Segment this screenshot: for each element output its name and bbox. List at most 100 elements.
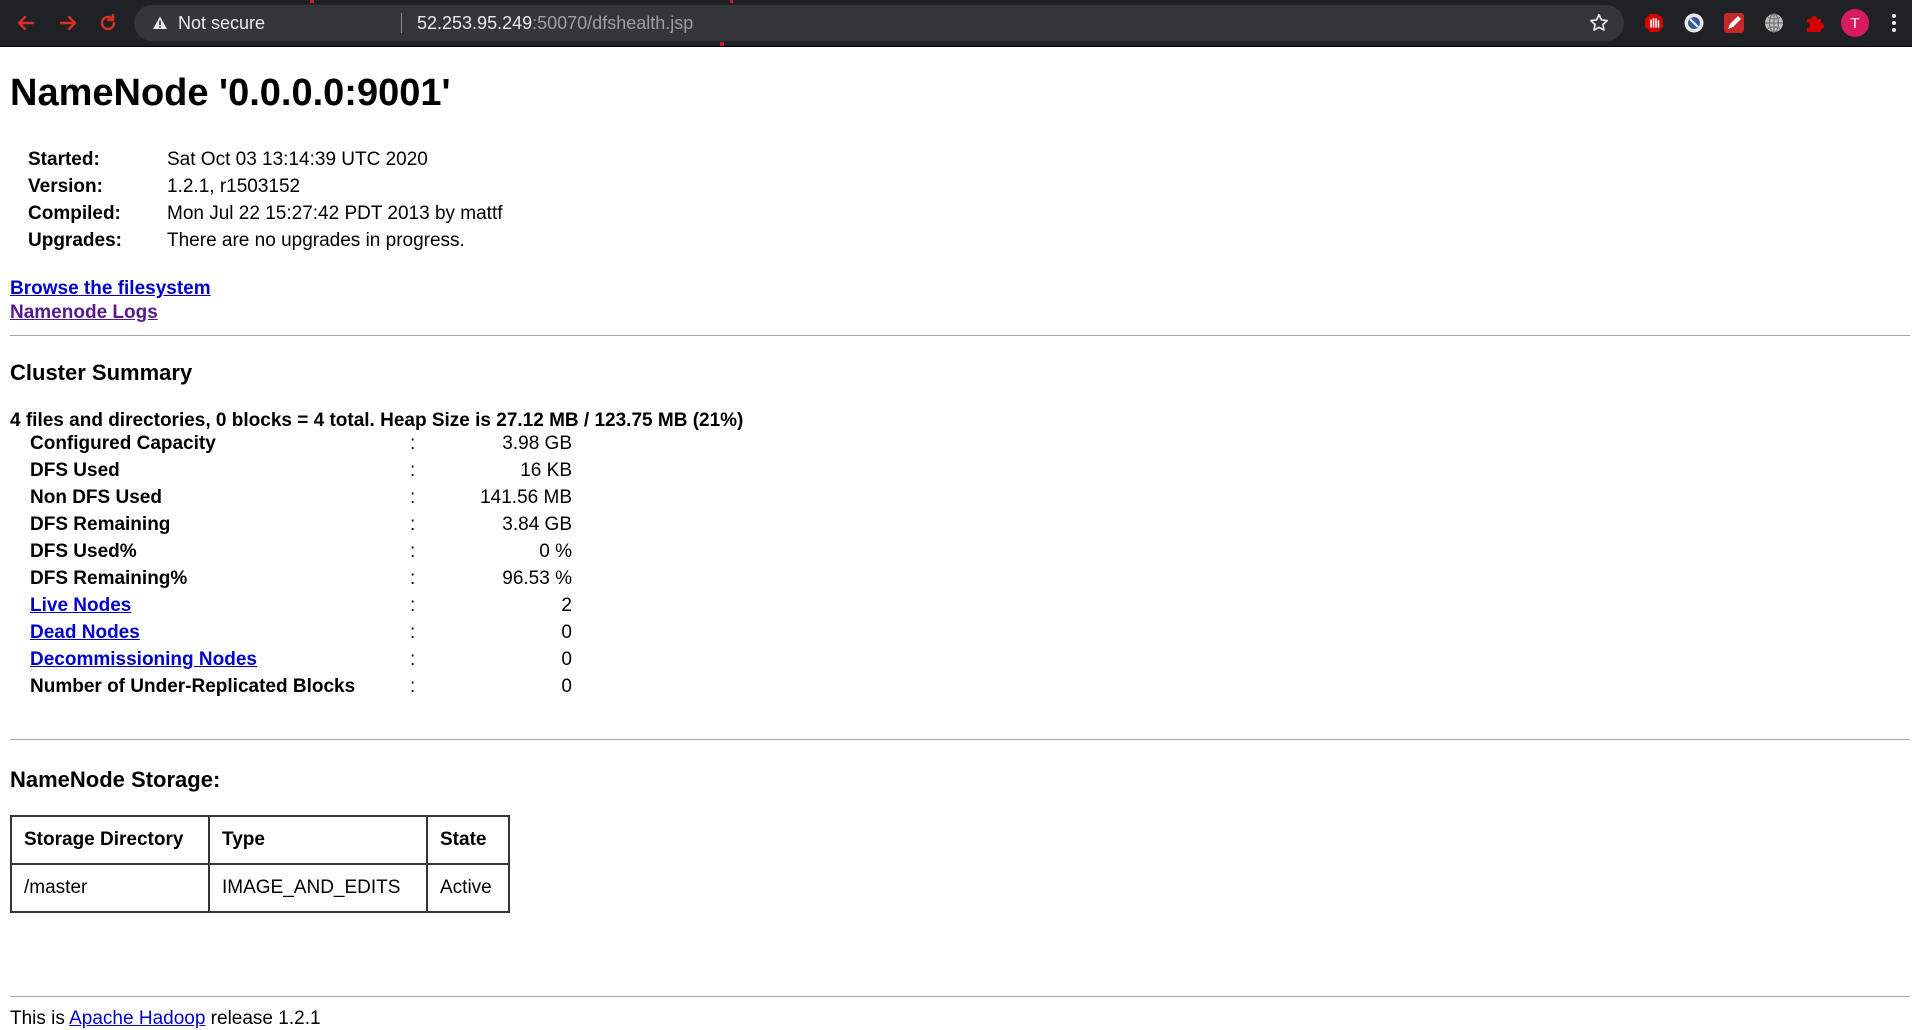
- url-text[interactable]: 52.253.95.249:50070/dfshealth.jsp: [417, 13, 693, 34]
- summary-row-live-nodes: Live Nodes : 2: [30, 592, 572, 619]
- namenode-info-table: Started: Sat Oct 03 13:14:39 UTC 2020 Ve…: [28, 146, 503, 254]
- info-label: Upgrades:: [28, 229, 122, 251]
- storage-type-header: Type: [208, 815, 428, 865]
- summary-label-cell: Live Nodes: [30, 592, 410, 619]
- apache-hadoop-link[interactable]: Apache Hadoop: [69, 1008, 205, 1029]
- summary-value: 96.53 %: [502, 567, 572, 589]
- puzzle-icon: [1807, 16, 1824, 32]
- info-value: 1.2.1, r1503152: [167, 175, 301, 197]
- arrow-left-icon: [17, 15, 35, 31]
- summary-label: DFS Remaining: [30, 513, 171, 535]
- browser-menu-button[interactable]: [1880, 9, 1908, 37]
- back-button[interactable]: [12, 9, 40, 37]
- extension-puzzle-icon[interactable]: [1802, 11, 1826, 35]
- profile-avatar[interactable]: T: [1841, 9, 1869, 37]
- summary-value: 0 %: [539, 540, 572, 562]
- cluster-summary-line: 4 files and directories, 0 blocks = 4 to…: [10, 410, 744, 431]
- address-separator: [401, 13, 402, 33]
- summary-row-decommissioning-nodes: Decommissioning Nodes : 0: [30, 646, 572, 673]
- storage-header-row: Storage Directory Type State: [10, 815, 510, 865]
- globe-icon: [1765, 13, 1783, 33]
- summary-label: DFS Remaining%: [30, 567, 188, 589]
- browser-toolbar: Not secure 52.253.95.249:50070/dfshealth…: [0, 0, 1912, 47]
- storage-directory-cell: /master: [10, 863, 210, 913]
- divider: [10, 996, 1910, 997]
- cluster-summary-heading: Cluster Summary: [10, 360, 193, 385]
- page-title: NameNode '0.0.0.0:9001': [10, 72, 451, 114]
- info-value: Mon Jul 22 15:27:42 PDT 2013 by mattf: [167, 202, 503, 224]
- divider: [10, 335, 1910, 336]
- summary-colon: :: [410, 459, 416, 481]
- summary-colon: :: [410, 540, 416, 562]
- extension-stop-icon[interactable]: [1642, 11, 1666, 35]
- summary-value: 3.84 GB: [502, 513, 572, 535]
- info-value: There are no upgrades in progress.: [167, 229, 465, 251]
- security-label[interactable]: Not secure: [178, 13, 265, 34]
- summary-colon: :: [410, 621, 416, 643]
- summary-colon: :: [410, 432, 416, 454]
- live-nodes-link[interactable]: Live Nodes: [30, 595, 131, 616]
- url-host: 52.253.95.249: [417, 13, 533, 33]
- namenode-storage-heading: NameNode Storage:: [10, 767, 221, 792]
- info-row-started: Started: Sat Oct 03 13:14:39 UTC 2020: [28, 146, 503, 173]
- profile-initial: T: [1850, 14, 1860, 32]
- summary-row-dfs-remaining: DFS Remaining : 3.84 GB: [30, 511, 572, 538]
- forward-button[interactable]: [54, 9, 82, 37]
- info-label: Started:: [28, 148, 100, 170]
- storage-type-cell: IMAGE_AND_EDITS: [208, 863, 428, 913]
- namenode-storage-table: Storage Directory Type State /master IMA…: [10, 815, 510, 913]
- info-label: Version:: [28, 175, 103, 197]
- reload-icon: [100, 13, 116, 31]
- info-label: Compiled:: [28, 202, 121, 224]
- summary-value: 0: [561, 621, 572, 643]
- browse-filesystem-link[interactable]: Browse the filesystem: [10, 278, 211, 299]
- summary-colon: :: [410, 513, 416, 535]
- summary-row-dfs-used: DFS Used : 16 KB: [30, 457, 572, 484]
- summary-row-dfs-remaining-percent: DFS Remaining% : 96.53 %: [30, 565, 572, 592]
- summary-value: 0: [561, 675, 572, 697]
- bookmark-star-icon[interactable]: [1588, 12, 1610, 34]
- info-value: Sat Oct 03 13:14:39 UTC 2020: [167, 148, 428, 170]
- extension-pen-icon[interactable]: [1722, 11, 1746, 35]
- kebab-menu-icon: [1892, 14, 1896, 32]
- arrow-right-icon: [59, 15, 77, 31]
- footer: This is Apache Hadoop release 1.2.1: [10, 1008, 321, 1030]
- footer-suffix: release 1.2.1: [205, 1008, 321, 1029]
- block-icon: [1684, 13, 1704, 33]
- dead-nodes-link[interactable]: Dead Nodes: [30, 622, 140, 643]
- summary-row-under-replicated-blocks: Number of Under-Replicated Blocks : 0: [30, 673, 572, 700]
- summary-value: 141.56 MB: [480, 486, 572, 508]
- url-path: :50070/dfshealth.jsp: [532, 13, 694, 33]
- summary-colon: :: [410, 567, 416, 589]
- summary-row-dfs-used-percent: DFS Used% : 0 %: [30, 538, 572, 565]
- summary-row-dead-nodes: Dead Nodes : 0: [30, 619, 572, 646]
- summary-row-configured-capacity: Configured Capacity : 3.98 GB: [30, 430, 572, 457]
- summary-value: 2: [561, 594, 572, 616]
- summary-colon: :: [410, 594, 416, 616]
- stop-hand-icon: [1645, 14, 1663, 32]
- extension-block-icon[interactable]: [1682, 11, 1706, 35]
- summary-label: Number of Under-Replicated Blocks: [30, 675, 356, 697]
- toolbar-accent: [720, 42, 724, 46]
- summary-label: DFS Used%: [30, 540, 137, 562]
- navigation-links: Browse the filesystem Namenode Logs: [10, 277, 211, 325]
- table-row: /master IMAGE_AND_EDITS Active: [10, 863, 510, 913]
- summary-value: 16 KB: [520, 459, 572, 481]
- reload-button[interactable]: [94, 9, 122, 37]
- summary-value: 0: [561, 648, 572, 670]
- toolbar-accent: [310, 0, 314, 3]
- footer-prefix: This is: [10, 1008, 70, 1029]
- summary-row-non-dfs-used: Non DFS Used : 141.56 MB: [30, 484, 572, 511]
- storage-state-header: State: [426, 815, 510, 865]
- extension-globe-icon[interactable]: [1762, 11, 1786, 35]
- warning-icon[interactable]: [152, 15, 168, 31]
- summary-colon: :: [410, 486, 416, 508]
- decommissioning-nodes-link[interactable]: Decommissioning Nodes: [30, 649, 257, 670]
- divider: [10, 739, 1910, 740]
- address-bar[interactable]: Not secure 52.253.95.249:50070/dfshealth…: [134, 5, 1624, 41]
- info-row-upgrades: Upgrades: There are no upgrades in progr…: [28, 227, 503, 254]
- summary-label-cell: Decommissioning Nodes: [30, 646, 410, 673]
- namenode-logs-link[interactable]: Namenode Logs: [10, 302, 158, 323]
- summary-label-cell: Dead Nodes: [30, 619, 410, 646]
- summary-label: Non DFS Used: [30, 486, 162, 508]
